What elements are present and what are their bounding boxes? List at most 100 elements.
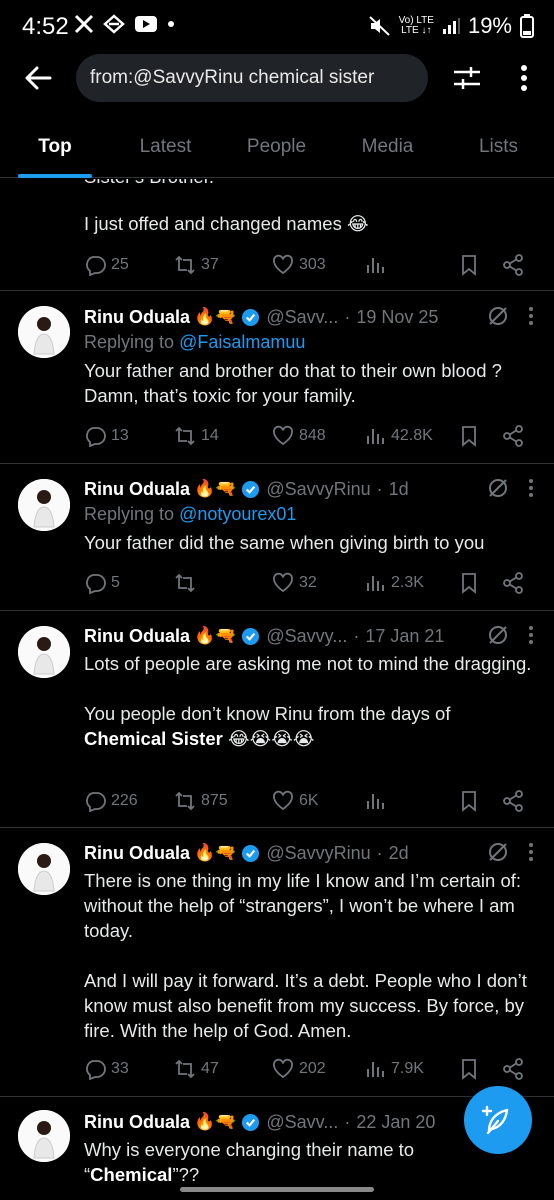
share-icon <box>503 790 523 812</box>
tweet-header: Rinu Oduala 🔥🔫 @Savv... · 19 Nov 25 <box>84 306 439 328</box>
like-icon <box>273 425 293 446</box>
tweet-text: Lots of people are asking me not to mind… <box>84 653 532 749</box>
like-button[interactable]: 848 <box>272 425 326 447</box>
tweet-date[interactable]: 17 Jan 21 <box>365 626 444 647</box>
user-handle[interactable]: @SavvyRinu <box>266 479 370 500</box>
like-button[interactable]: 303 <box>272 254 326 276</box>
repost-button[interactable] <box>174 572 201 594</box>
bookmark-button[interactable] <box>458 425 480 447</box>
bookmark-button[interactable] <box>458 1058 480 1080</box>
bookmark-button[interactable] <box>458 254 480 276</box>
tab-people[interactable]: People <box>221 120 332 177</box>
profile-photo <box>18 479 70 531</box>
reply-button[interactable]: 25 <box>84 254 129 276</box>
bookmark-button[interactable] <box>458 572 480 594</box>
views-button[interactable]: 2.3K <box>364 572 424 594</box>
reply-button[interactable]: 13 <box>84 425 129 447</box>
mention-link[interactable]: @Faisalmamuu <box>179 332 305 352</box>
tweet-text: Your father and brother do that to their… <box>84 360 508 406</box>
like-button[interactable]: 32 <box>272 572 317 594</box>
repost-button[interactable]: 47 <box>174 1058 219 1080</box>
share-button[interactable] <box>502 254 524 276</box>
user-handle[interactable]: @SavvyRinu <box>266 843 370 864</box>
avatar[interactable] <box>18 479 70 531</box>
avatar[interactable] <box>18 843 70 895</box>
tweet[interactable]: Rinu Oduala 🔥🔫 @Savv... · 19 Nov 25 Repl… <box>0 292 554 464</box>
user-handle[interactable]: @Savv... <box>266 307 338 328</box>
status-bar: 4:52 Vo) LTE LTE ↓↑ 19% <box>0 0 554 52</box>
grok-icon[interactable] <box>486 476 510 500</box>
grok-icon[interactable] <box>486 304 510 328</box>
reply-icon <box>86 574 106 594</box>
views-icon <box>367 576 384 591</box>
views-button[interactable] <box>364 790 391 812</box>
views-icon <box>367 1062 384 1077</box>
more-vertical-icon[interactable] <box>528 478 534 498</box>
tweet-date[interactable]: 2d <box>389 843 409 864</box>
tweet-header: Rinu Oduala 🔥🔫 @Savvy... · 17 Jan 21 <box>84 625 445 647</box>
display-name[interactable]: Rinu Oduala <box>84 1112 190 1133</box>
display-name[interactable]: Rinu Oduala <box>84 307 190 328</box>
display-name[interactable]: Rinu Oduala <box>84 479 190 500</box>
share-button[interactable] <box>502 572 524 594</box>
user-handle[interactable]: @Savvy... <box>266 626 347 647</box>
profile-photo <box>18 306 70 358</box>
tab-media[interactable]: Media <box>332 120 443 177</box>
avatar[interactable] <box>18 306 70 358</box>
avatar[interactable] <box>18 1110 70 1162</box>
avatar[interactable] <box>18 626 70 678</box>
filter-icon[interactable] <box>452 64 482 92</box>
tweet[interactable]: Sister's Brother. I just offed and chang… <box>0 179 554 291</box>
more-vertical-icon[interactable] <box>528 842 534 862</box>
share-button[interactable] <box>502 790 524 812</box>
signal-icon <box>442 18 460 34</box>
home-indicator[interactable] <box>180 1187 374 1192</box>
repost-icon <box>175 255 195 275</box>
search-input[interactable]: from:@SavvyRinu chemical sister <box>76 54 428 102</box>
tweet[interactable]: Rinu Oduala 🔥🔫 @SavvyRinu · 1d Replying … <box>0 465 554 611</box>
more-vertical-icon[interactable] <box>528 625 534 645</box>
tweet[interactable]: Rinu Oduala 🔥🔫 @SavvyRinu · 2d There is … <box>0 829 554 1097</box>
share-icon <box>503 572 523 594</box>
like-button[interactable]: 6K <box>272 790 319 812</box>
reply-icon <box>86 427 106 447</box>
tweet-date[interactable]: 22 Jan 20 <box>356 1112 435 1133</box>
display-name[interactable]: Rinu Oduala <box>84 843 190 864</box>
repost-button[interactable]: 875 <box>174 790 228 812</box>
reply-button[interactable]: 33 <box>84 1058 129 1080</box>
name-emoji: 🔥🔫 <box>194 626 237 645</box>
tweet-date[interactable]: 1d <box>389 479 409 500</box>
bookmark-button[interactable] <box>458 790 480 812</box>
bookmark-icon <box>462 573 476 594</box>
tab-latest[interactable]: Latest <box>110 120 221 177</box>
views-button[interactable]: 42.8K <box>364 425 433 447</box>
status-time: 4:52 <box>22 13 69 40</box>
mute-icon <box>368 16 390 36</box>
verified-icon <box>242 308 260 326</box>
views-button[interactable]: 7.9K <box>364 1058 424 1080</box>
more-vertical-icon[interactable] <box>514 64 534 92</box>
repost-button[interactable]: 14 <box>174 425 219 447</box>
tab-top[interactable]: Top <box>0 120 110 178</box>
reply-button[interactable]: 5 <box>84 572 120 594</box>
grok-icon[interactable] <box>486 623 510 647</box>
search-header: from:@SavvyRinu chemical sister <box>0 52 554 104</box>
display-name[interactable]: Rinu Oduala <box>84 626 190 647</box>
views-button[interactable] <box>364 254 391 276</box>
repost-button[interactable]: 37 <box>174 254 219 276</box>
like-icon <box>273 790 293 811</box>
mention-link[interactable]: @notyourex01 <box>179 504 296 524</box>
tab-lists[interactable]: Lists <box>443 120 554 177</box>
tweet[interactable]: Rinu Oduala 🔥🔫 @Savvy... · 17 Jan 21 Lot… <box>0 612 554 828</box>
share-button[interactable] <box>502 1058 524 1080</box>
share-button[interactable] <box>502 425 524 447</box>
back-arrow-icon[interactable] <box>22 62 54 94</box>
grok-icon[interactable] <box>486 840 510 864</box>
user-handle[interactable]: @Savv... <box>266 1112 338 1133</box>
compose-button[interactable] <box>464 1086 532 1154</box>
reply-button[interactable]: 226 <box>84 790 138 812</box>
more-vertical-icon[interactable] <box>528 306 534 326</box>
like-button[interactable]: 202 <box>272 1058 326 1080</box>
tweet-date[interactable]: 19 Nov 25 <box>356 307 438 328</box>
views-icon <box>367 794 384 809</box>
